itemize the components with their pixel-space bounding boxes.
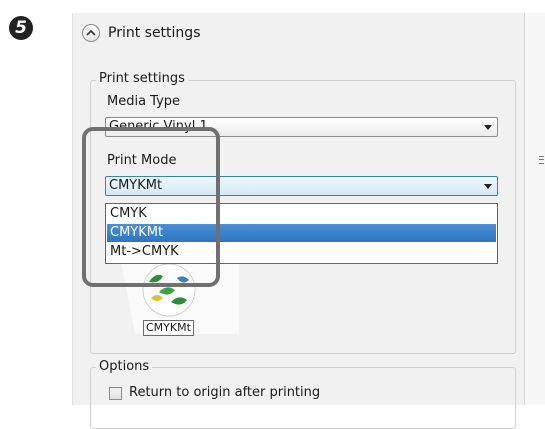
section-title: Print settings [108,25,201,41]
chevron-up-icon [86,29,96,36]
options-legend: Options [96,359,153,375]
callout-highlight-frame [82,127,220,287]
chevron-down-icon [484,125,492,130]
preview-caption: CMYKMt [143,320,194,336]
media-type-label: Media Type [107,94,181,109]
scrollbar-grip-icon[interactable] [539,156,544,164]
chevron-down-icon [484,184,492,189]
collapse-section-button[interactable] [82,24,100,42]
print-settings-legend: Print settings [96,71,188,87]
return-to-origin-checkbox[interactable] [109,387,122,400]
return-to-origin-label: Return to origin after printing [129,385,321,400]
step-number-badge: 5 [9,16,33,40]
vertical-scrollbar[interactable] [524,13,545,405]
